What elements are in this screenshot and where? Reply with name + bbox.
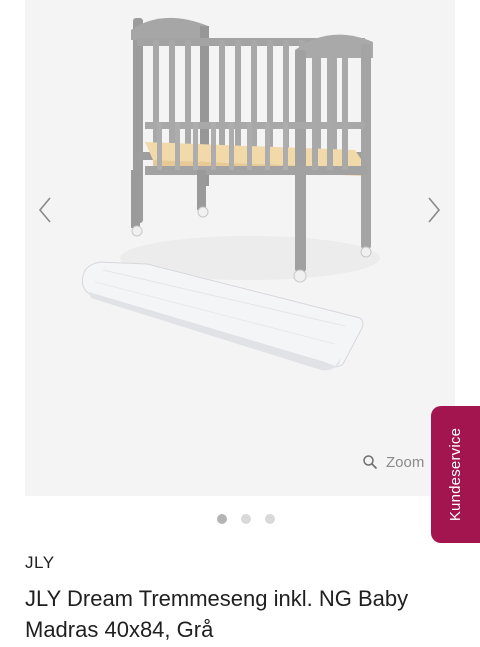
gallery-dot-2[interactable]	[241, 514, 251, 524]
magnifier-icon	[363, 455, 378, 470]
product-title: JLY Dream Tremmeseng inkl. NG Baby Madra…	[25, 586, 409, 642]
product-brand[interactable]: JLY	[25, 553, 55, 573]
customer-service-tab[interactable]: Kundeservice	[431, 406, 480, 543]
zoom-button[interactable]: Zoom	[362, 452, 424, 472]
gallery-pagination	[0, 514, 480, 528]
next-image-button[interactable]	[420, 190, 448, 230]
product-image[interactable]	[25, 0, 455, 496]
product-image-gallery[interactable]: Zoom	[25, 0, 455, 496]
gallery-dot-3[interactable]	[265, 514, 275, 524]
previous-image-button[interactable]	[31, 190, 59, 230]
chevron-left-icon	[38, 197, 51, 223]
customer-service-label: Kundeservice	[447, 427, 465, 522]
chevron-right-icon	[428, 197, 441, 223]
zoom-label: Zoom	[386, 453, 425, 471]
gallery-dot-1[interactable]	[217, 514, 227, 524]
